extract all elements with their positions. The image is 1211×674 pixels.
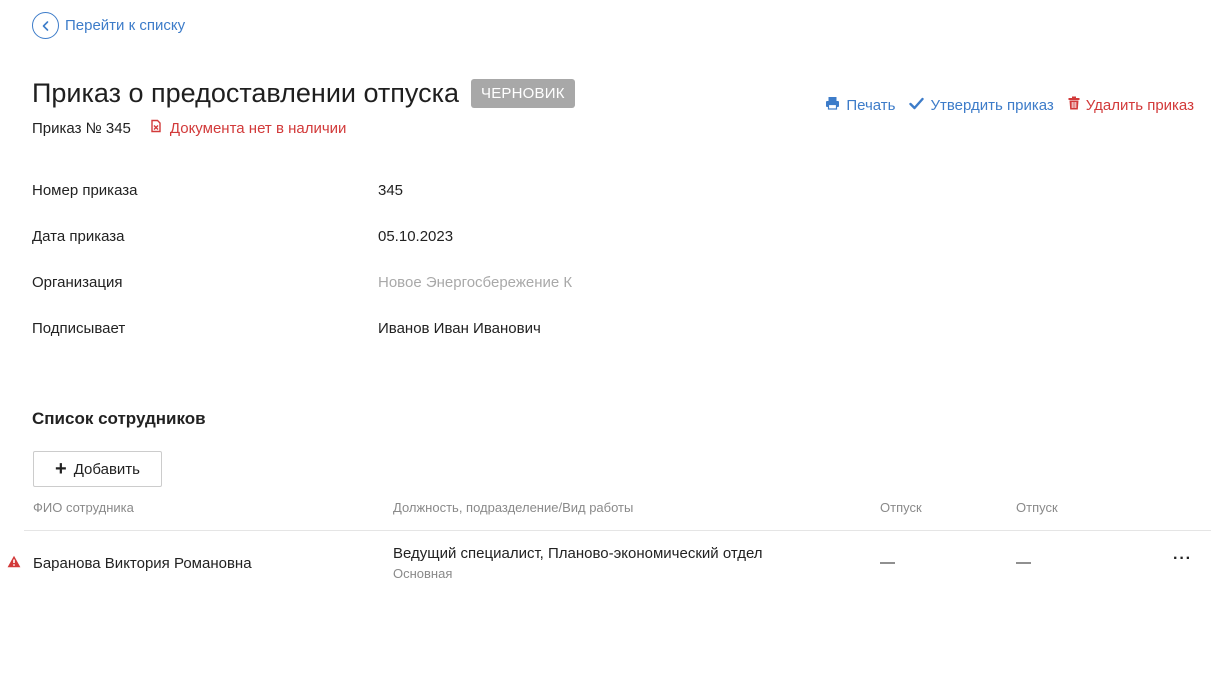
field-label: Подписывает [32, 320, 126, 337]
page-title: Приказ о предоставлении отпуска [32, 78, 460, 108]
subtitle-row: Приказ № 345 Документа нет в наличии [32, 119, 346, 137]
add-employee-label: Добавить [73, 460, 140, 478]
employee-position: Ведущий специалист, Планово-экономически… [393, 545, 763, 562]
field-value: 05.10.2023 [378, 228, 454, 245]
page: Перейти к списку Приказ о предоставлении… [0, 0, 1211, 674]
document-missing-label: Документа нет в наличии [169, 119, 347, 137]
back-to-list-link[interactable]: Перейти к списку [32, 12, 185, 39]
add-employee-button[interactable]: + Добавить [33, 451, 162, 487]
field-value: 345 [378, 182, 404, 199]
field-signer: Подписывает Иванов Иван Иванович [32, 320, 732, 366]
chevron-left-icon [32, 12, 59, 39]
check-icon [909, 97, 925, 114]
field-label: Организация [32, 274, 123, 291]
delete-button[interactable]: Удалить приказ [1068, 96, 1194, 114]
back-link-label: Перейти к списку [65, 17, 186, 34]
warning-icon [7, 555, 21, 572]
status-badge: ЧЕРНОВИК [471, 79, 575, 108]
column-header-vacation: Отпуск [1016, 500, 1058, 515]
plus-icon: + [55, 458, 67, 480]
order-fields: Номер приказа 345 Дата приказа 05.10.202… [32, 182, 732, 366]
trash-icon [1068, 96, 1080, 114]
printer-icon [825, 96, 840, 114]
actions-bar: Печать Утвердить приказ Удалить приказ [825, 96, 1194, 114]
row-more-button[interactable]: ··· [1173, 550, 1192, 568]
employee-work-type: Основная [393, 566, 453, 581]
field-label: Дата приказа [32, 228, 125, 245]
employee-name: Баранова Виктория Романовна [33, 555, 252, 572]
field-order-number: Номер приказа 345 [32, 182, 732, 228]
column-header-name: ФИО сотрудника [33, 500, 134, 515]
print-button[interactable]: Печать [825, 96, 895, 114]
table-row[interactable]: Баранова Виктория Романовна Ведущий спец… [0, 532, 1211, 596]
field-order-date: Дата приказа 05.10.2023 [32, 228, 732, 274]
field-value: Новое Энергосбережение К [378, 274, 573, 291]
document-missing-icon [149, 119, 163, 137]
field-label: Номер приказа [32, 182, 138, 199]
document-missing-status: Документа нет в наличии [149, 119, 347, 137]
employees-table-header: ФИО сотрудника Должность, подразделение/… [24, 498, 1211, 531]
delete-label: Удалить приказ [1085, 96, 1194, 114]
column-header-vacation: Отпуск [880, 500, 922, 515]
approve-label: Утвердить приказ [930, 96, 1054, 114]
order-number: Приказ № 345 [32, 119, 131, 137]
title-row: Приказ о предоставлении отпуска ЧЕРНОВИК [32, 78, 575, 109]
field-organization: Организация Новое Энергосбережение К [32, 274, 732, 320]
print-label: Печать [846, 96, 896, 114]
employee-vacation: — [1016, 554, 1031, 571]
employees-section-title: Список сотрудников [32, 409, 206, 428]
employee-vacation: — [880, 554, 895, 571]
field-value: Иванов Иван Иванович [378, 320, 541, 337]
column-header-position: Должность, подразделение/Вид работы [393, 500, 634, 515]
approve-button[interactable]: Утвердить приказ [909, 96, 1054, 114]
